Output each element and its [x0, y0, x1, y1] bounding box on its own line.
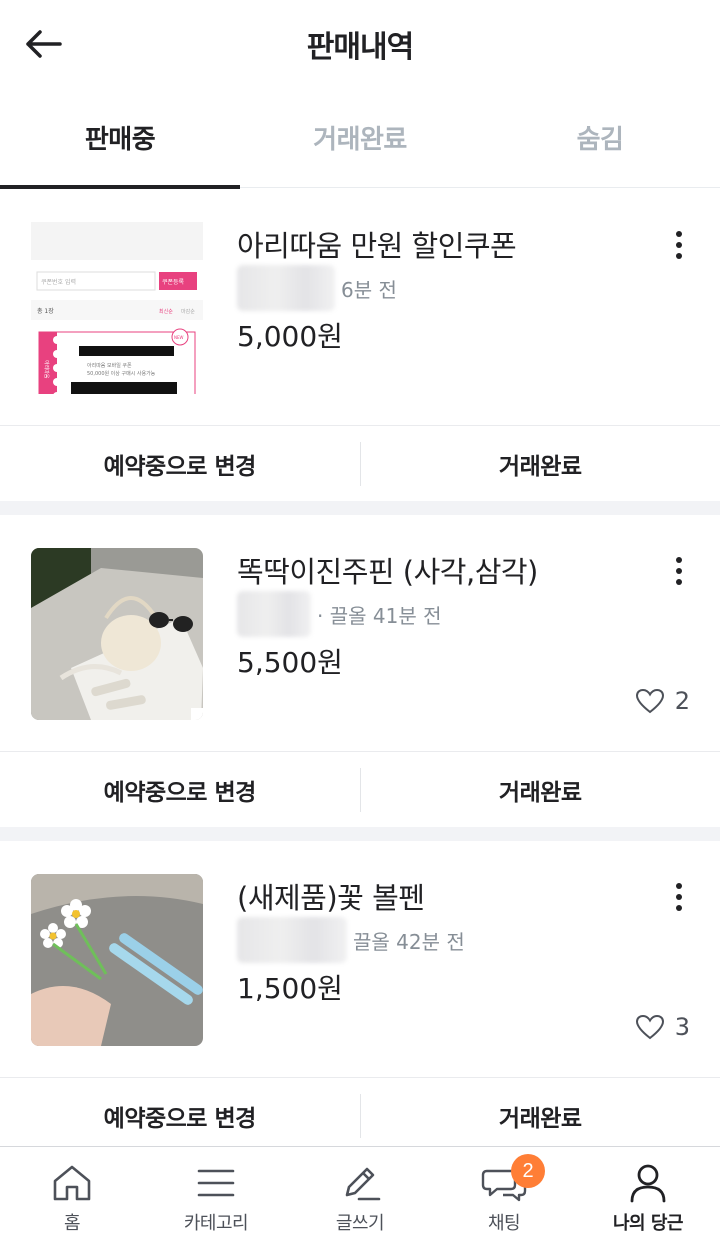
nav-chat[interactable]: 2 채팅	[432, 1147, 576, 1241]
item-time: 끌올 42분 전	[353, 929, 465, 954]
more-options-button[interactable]	[666, 223, 692, 267]
nav-home[interactable]: 홈	[0, 1147, 144, 1241]
nav-write-label: 글쓰기	[335, 1213, 385, 1234]
more-options-button[interactable]	[666, 875, 692, 919]
nav-write[interactable]: 글쓰기	[288, 1147, 432, 1241]
item-price: 5,000원	[237, 320, 343, 353]
status-tabs: 판매중 거래완료 숨김	[0, 88, 720, 189]
coupon-new-label: NEW	[174, 335, 184, 340]
nav-my-carrot-label: 나의 당근	[612, 1213, 684, 1234]
menu-icon	[197, 1169, 235, 1197]
nav-category[interactable]: 카테고리	[144, 1147, 288, 1241]
item-time: · 끌올 41분 전	[317, 603, 442, 628]
item-meta: · 끌올 41분 전	[237, 591, 441, 637]
coupon-count: 총 1장	[37, 307, 54, 315]
nav-category-label: 카테고리	[183, 1213, 249, 1234]
item-title[interactable]: 아리따움 만원 할인쿠폰	[237, 223, 517, 265]
tab-hidden[interactable]: 숨김	[480, 88, 720, 187]
pencil-icon	[345, 1167, 381, 1201]
section-gap	[0, 827, 720, 841]
like-number: 3	[674, 1013, 690, 1041]
blurred-location	[237, 265, 335, 311]
coupon-register-label: 쿠폰등록	[162, 279, 185, 286]
item-action-bar: 예약중으로 변경 거래완료	[0, 425, 720, 501]
heart-icon	[635, 1014, 664, 1040]
item-thumbnail-coupon[interactable]: 쿠폰번호 입력 쿠폰등록 총 1장 최신순 마감순 아리따움 아리따움 모바일 …	[31, 222, 203, 394]
coupon-screenshot-image: 쿠폰번호 입력 쿠폰등록 총 1장 최신순 마감순 아리따움 아리따움 모바일 …	[31, 222, 203, 394]
more-options-button[interactable]	[666, 549, 692, 593]
page-title: 판매내역	[306, 30, 414, 65]
coupon-condition-text: 50,000원 이상 구매시 사용가능	[87, 370, 156, 377]
mark-complete-button[interactable]: 거래완료	[361, 1078, 720, 1153]
item-meta: 6분 전	[237, 265, 397, 311]
nav-chat-label: 채팅	[487, 1213, 521, 1234]
item-title[interactable]: (새제품)꽃 볼펜	[237, 875, 425, 917]
coupon-sort-1: 최신순	[159, 308, 173, 315]
list-item[interactable]: 똑딱이진주핀 (사각,삼각) · 끌올 41분 전 5,500원 2 예약중으로…	[0, 515, 720, 812]
item-title[interactable]: 똑딱이진주핀 (사각,삼각)	[237, 549, 538, 591]
mark-complete-button[interactable]: 거래완료	[361, 426, 720, 501]
item-price: 1,500원	[237, 972, 343, 1005]
like-count: 3	[635, 1013, 690, 1041]
tab-selling[interactable]: 판매중	[0, 88, 240, 189]
nav-home-label: 홈	[63, 1213, 81, 1234]
nav-my-carrot[interactable]: 나의 당근	[576, 1147, 720, 1241]
section-gap	[0, 501, 720, 515]
item-thumbnail-flower-pen[interactable]	[31, 874, 203, 1046]
change-to-reserved-button[interactable]: 예약중으로 변경	[0, 1078, 360, 1153]
home-icon	[53, 1165, 91, 1201]
coupon-sort-2: 마감순	[181, 308, 195, 315]
chat-badge: 2	[511, 1154, 545, 1188]
flower-pen-photo	[31, 874, 203, 1046]
heart-icon	[635, 688, 664, 714]
item-meta: 끌올 42분 전	[237, 917, 465, 963]
change-to-reserved-button[interactable]: 예약중으로 변경	[0, 752, 360, 827]
item-action-bar: 예약중으로 변경 거래완료	[0, 1077, 720, 1153]
mark-complete-button[interactable]: 거래완료	[361, 752, 720, 827]
list-item[interactable]: (새제품)꽃 볼펜 끌올 42분 전 1,500원 3 예약중으로 변경 거래완…	[0, 841, 720, 1138]
list-item[interactable]: 쿠폰번호 입력 쿠폰등록 총 1장 최신순 마감순 아리따움 아리따움 모바일 …	[0, 189, 720, 486]
coupon-vertical-text: 아리따움	[43, 360, 50, 379]
item-action-bar: 예약중으로 변경 거래완료	[0, 751, 720, 827]
item-price: 5,500원	[237, 646, 343, 679]
person-icon	[630, 1164, 666, 1203]
coupon-search-placeholder: 쿠폰번호 입력	[41, 278, 76, 286]
app-header: 판매내역	[0, 0, 720, 88]
change-to-reserved-button[interactable]: 예약중으로 변경	[0, 426, 360, 501]
blurred-location	[237, 591, 311, 637]
coupon-brand-text: 아리따움 모바일 쿠폰	[87, 362, 132, 369]
item-thumbnail-pearl-pin[interactable]	[31, 548, 203, 720]
item-time: 6분 전	[341, 277, 397, 302]
like-number: 2	[674, 687, 690, 715]
tab-completed[interactable]: 거래완료	[240, 88, 480, 187]
like-count: 2	[635, 687, 690, 715]
pearl-pin-photo	[31, 548, 203, 720]
bottom-navigation: 홈 카테고리 글쓰기 2 채팅 나의 당근	[0, 1146, 720, 1241]
blurred-location	[237, 917, 347, 963]
